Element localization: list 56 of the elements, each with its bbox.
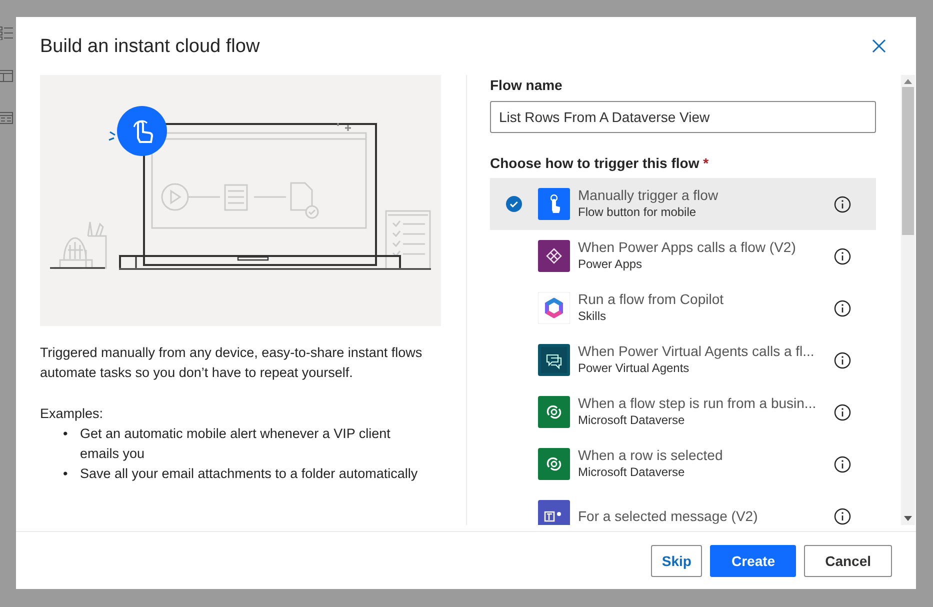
trigger-title: When Power Apps calls a flow (V2) [578,239,797,255]
form-icon [0,112,13,124]
scroll-down-icon [904,516,912,521]
example-item: Save all your email attachments to a folder automatically [80,465,419,483]
trigger-option[interactable]: Manually trigger a flow Flow button for mobile [490,178,876,230]
trigger-title: When a row is selected [578,447,724,463]
dialog-button[interactable]: Cancel [804,544,892,576]
field-label: Flow name [490,76,564,94]
info-icon[interactable] [834,248,851,264]
bullet: • [63,425,69,443]
info-icon[interactable] [834,352,851,368]
info-icon[interactable] [834,404,851,420]
scrollbar-thumb[interactable] [902,87,914,235]
trigger-subtitle: Microsoft Dataverse [578,464,686,481]
trigger-option[interactable]: When a flow step is run from a busin... Microsoft Dataverse [490,386,876,438]
trigger-subtitle: Power Virtual Agents [578,360,690,377]
layout-icon [0,70,13,82]
example-item: Get an automatic mobile alert whenever a VIP client emails you [80,425,392,463]
close-icon [872,39,886,53]
scrollbar[interactable] [901,75,915,525]
chat-bubbles-icon [538,344,570,376]
dialog-title: Build an instant cloud flow [40,35,260,58]
trigger-title: Run a flow from Copilot [578,291,725,307]
dialog-button[interactable]: Create [710,544,796,576]
trigger-option[interactable]: For a selected message (V2) [490,490,876,525]
flow-name-field[interactable]: List Rows From A Dataverse View [490,101,876,133]
trigger-subtitle: Microsoft Dataverse [578,412,686,429]
info-icon[interactable] [834,196,851,212]
required-mark: * [703,155,709,171]
field-label: Choose how to trigger this flow [490,155,700,171]
hexagon-icon [538,292,570,324]
trigger-option[interactable]: When Power Virtual Agents calls a fl... Power Virtual Agents [490,334,876,386]
swirl-icon [538,396,570,428]
examples-label: Examples: [40,405,104,423]
check-circle-icon [506,196,522,212]
trigger-subtitle: Power Apps [578,256,644,273]
info-icon[interactable] [834,300,851,316]
swirl-icon [538,448,570,480]
trigger-title: When Power Virtual Agents calls a fl... [578,343,816,359]
bullet: • [63,465,69,483]
close-button[interactable] [872,39,886,53]
trigger-option[interactable]: Run a flow from Copilot Skills [490,282,876,334]
hand-icon [538,188,570,220]
description-text: Triggered manually from any device, easy-to-share instant flows automate tasks so you don’t have to repeat yourself. [40,344,424,382]
trigger-option[interactable]: When a row is selected Microsoft Dataverse [490,438,876,490]
trigger-option[interactable]: When Power Apps calls a flow (V2) Power Apps [490,230,876,282]
info-icon[interactable] [834,456,851,472]
trigger-title: Manually trigger a flow [578,187,720,203]
trigger-subtitle: Flow button for mobile [578,204,698,221]
trigger-title: For a selected message (V2) [578,508,759,524]
list-icon [0,26,13,40]
trigger-subtitle: Skills [578,308,608,325]
scroll-up-icon [904,79,912,84]
trigger-title: When a flow step is run from a busin... [578,395,818,411]
info-icon[interactable] [834,508,851,524]
dialog-button[interactable]: Skip [650,544,702,576]
